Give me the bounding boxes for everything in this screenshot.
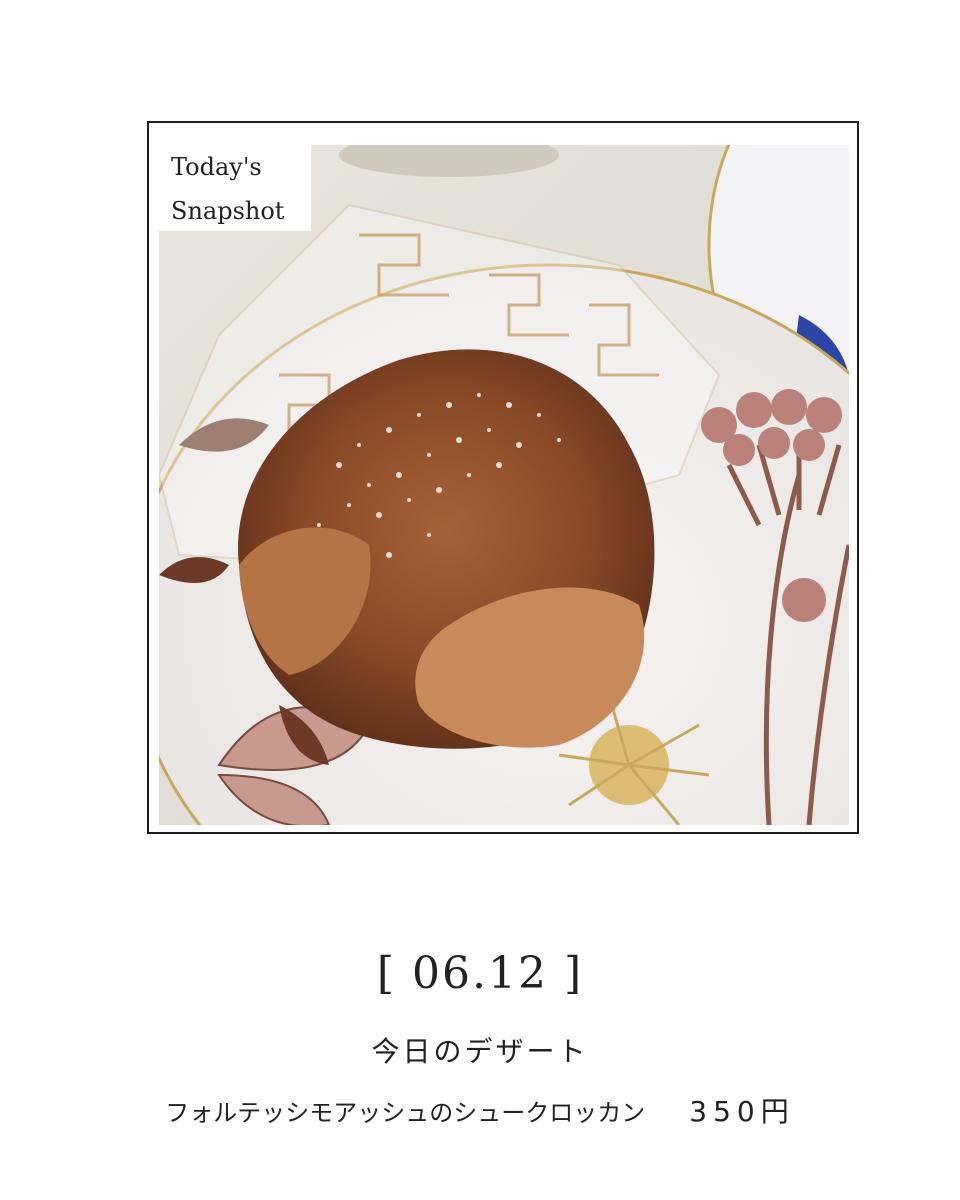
caption-item: フォルテッシモアッシュのシュークロッカン 350円	[0, 1090, 960, 1130]
snapshot-label-line2: Snapshot	[171, 197, 285, 225]
dessert-photo	[159, 145, 849, 825]
cream-puff-photo-icon	[159, 145, 849, 825]
snapshot-label-line1: Today's	[171, 153, 262, 181]
item-name: フォルテッシモアッシュのシュークロッカン	[165, 1099, 646, 1127]
caption-date: [ 06.12 ]	[376, 948, 584, 999]
snapshot-label: Today's Snapshot	[159, 145, 311, 231]
photo-frame: Today's Snapshot	[147, 121, 859, 834]
item-price: 350円	[689, 1095, 795, 1128]
caption-title: 今日のデザート	[371, 1035, 589, 1068]
